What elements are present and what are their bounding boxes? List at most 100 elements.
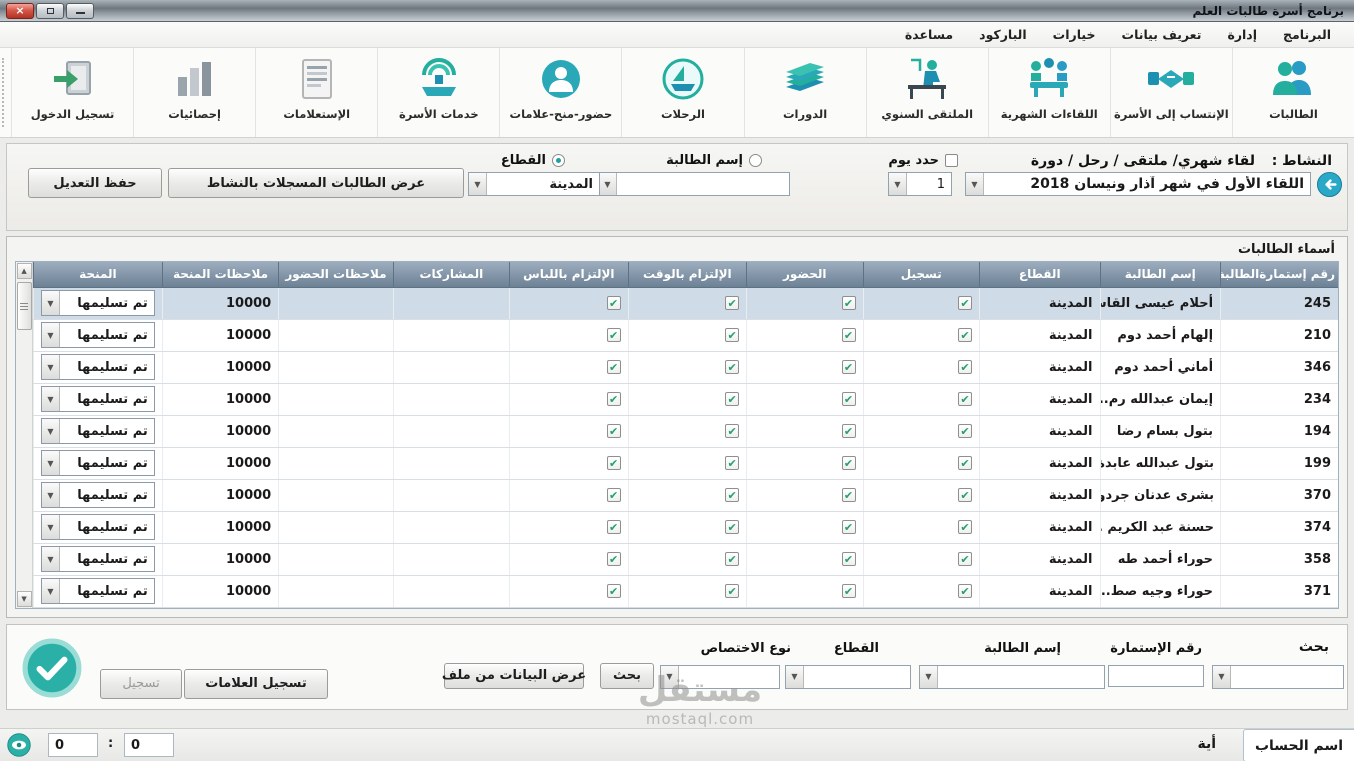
row-checkbox[interactable]: ✔	[606, 392, 621, 406]
row-checkbox[interactable]: ✔	[841, 328, 856, 342]
grant-combobox[interactable]: تم تسليمها ▼	[41, 514, 155, 540]
row-checkbox[interactable]: ✔	[725, 456, 740, 470]
row-checkbox[interactable]: ✔	[725, 584, 740, 598]
row-checkbox[interactable]: ✔	[957, 424, 972, 438]
toolbar-button-7[interactable]: خدمات الأسرة	[377, 48, 499, 137]
chevron-down-icon[interactable]: ▼	[42, 323, 60, 347]
grant-combobox[interactable]: تم تسليمها ▼	[41, 578, 155, 604]
row-checkbox[interactable]: ✔	[841, 584, 856, 598]
show-registered-button[interactable]: عرض الطالبات المسجلات بالنشاط	[168, 168, 464, 198]
row-checkbox[interactable]: ✔	[957, 552, 972, 566]
column-header-6[interactable]: الإلتزام باللباس	[509, 262, 629, 288]
row-checkbox[interactable]: ✔	[841, 360, 856, 374]
save-edit-button[interactable]: حفظ التعديل	[28, 168, 162, 198]
day-combobox[interactable]: 1 ▼	[888, 172, 952, 196]
activity-combobox[interactable]: اللقاء الأول في شهر آذار ونيسان 2018 ▼	[965, 172, 1311, 196]
table-row[interactable]: 245أحلام عيسى القاسمالمدينة✔✔✔✔10000تم ت…	[33, 287, 1338, 320]
chevron-down-icon[interactable]: ▼	[42, 451, 60, 475]
table-row[interactable]: 358 حوراء أحمد طه المدينة ✔ ✔ ✔ ✔ 10000 تم تسليم…	[33, 543, 1338, 576]
specialty-combobox[interactable]: ▼	[660, 664, 780, 689]
row-checkbox[interactable]: ✔	[957, 584, 972, 598]
row-checkbox[interactable]: ✔	[957, 488, 972, 502]
sector-search-combobox[interactable]: ▼	[785, 664, 911, 689]
sector-radio[interactable]	[552, 154, 565, 167]
column-header-2[interactable]: القطاع	[978, 262, 1100, 288]
toolbar-button-0[interactable]: الطالبات	[1231, 48, 1354, 137]
column-header-7[interactable]: المشاركات	[392, 262, 510, 288]
record-button[interactable]: تسجيل	[100, 668, 182, 699]
toolbar-button-6[interactable]: حضور-منح-علامات	[499, 48, 621, 137]
row-checkbox[interactable]: ✔	[725, 520, 740, 534]
search-button[interactable]: بحث	[600, 662, 654, 689]
row-checkbox[interactable]: ✔	[725, 360, 740, 374]
row-checkbox[interactable]: ✔	[606, 584, 621, 598]
row-checkbox[interactable]: ✔	[606, 424, 621, 438]
student-name-combobox[interactable]: ▼	[598, 172, 790, 196]
row-checkbox[interactable]: ✔	[606, 552, 621, 566]
row-checkbox[interactable]: ✔	[725, 392, 740, 406]
chevron-down-icon[interactable]: ▼	[1213, 665, 1231, 688]
back-arrow-button[interactable]	[1316, 171, 1343, 202]
toolbar-button-3[interactable]: الملتقى السنوي	[865, 48, 988, 137]
table-row[interactable]: 199 بتول عبدالله عابدة المدينة ✔ ✔ ✔ ✔ 10000 تم …	[33, 447, 1338, 480]
grant-combobox[interactable]: تم تسليمها ▼	[41, 354, 155, 380]
grant-combobox[interactable]: تم تسليمها ▼	[41, 418, 155, 444]
column-header-10[interactable]: المنحة	[33, 262, 163, 288]
row-checkbox[interactable]: ✔	[725, 296, 740, 310]
chevron-down-icon[interactable]: ▼	[966, 173, 984, 195]
chevron-down-icon[interactable]: ▼	[42, 483, 60, 507]
chevron-down-icon[interactable]: ▼	[42, 515, 60, 539]
chevron-down-icon[interactable]: ▼	[42, 547, 60, 571]
table-row[interactable]: 194 بتول بسام رضا المدينة ✔ ✔ ✔ ✔ 10000 تم تسليم…	[33, 415, 1338, 448]
chevron-down-icon[interactable]: ▼	[42, 291, 60, 315]
student-name-search-combobox[interactable]: ▼	[919, 664, 1105, 689]
row-checkbox[interactable]: ✔	[841, 520, 856, 534]
menu-item-0[interactable]: البرنامج	[1270, 24, 1344, 45]
search-combobox[interactable]: ▼	[1212, 664, 1344, 689]
table-row[interactable]: 370 بشرى عدنان جردو المدينة ✔ ✔ ✔ ✔ 10000 تم تسل…	[33, 479, 1338, 512]
row-checkbox[interactable]: ✔	[841, 456, 856, 470]
toolbar-button-8[interactable]: الإستعلامات	[255, 48, 377, 137]
column-header-3[interactable]: تسجيل	[862, 262, 980, 288]
row-checkbox[interactable]: ✔	[957, 296, 972, 310]
menu-item-3[interactable]: خيارات	[1040, 24, 1109, 45]
row-checkbox[interactable]: ✔	[606, 488, 621, 502]
column-header-5[interactable]: الإلتزام بالوقت	[627, 262, 747, 288]
menu-item-4[interactable]: الباركود	[966, 24, 1040, 45]
chevron-down-icon[interactable]: ▼	[42, 419, 60, 443]
chevron-down-icon[interactable]: ▼	[469, 173, 487, 195]
scrollbar-thumb[interactable]	[16, 282, 32, 330]
chevron-down-icon[interactable]: ▼	[599, 173, 617, 195]
row-checkbox[interactable]: ✔	[606, 360, 621, 374]
minimize-button[interactable]	[66, 2, 94, 19]
toolbar-button-2[interactable]: اللقاءات الشهرية	[987, 48, 1110, 137]
select-day-checkbox[interactable]	[945, 154, 958, 167]
chevron-down-icon[interactable]: ▼	[889, 173, 907, 195]
maximize-button[interactable]	[36, 2, 64, 19]
vertical-scrollbar[interactable]: ▲ ▼	[16, 262, 33, 608]
row-checkbox[interactable]: ✔	[957, 360, 972, 374]
chevron-down-icon[interactable]: ▼	[661, 665, 679, 688]
row-checkbox[interactable]: ✔	[725, 328, 740, 342]
chevron-down-icon[interactable]: ▼	[920, 665, 938, 688]
grant-combobox[interactable]: تم تسليمها ▼	[41, 482, 155, 508]
toolbar-button-10[interactable]: تسجيل الدخول	[10, 48, 133, 137]
table-row[interactable]: 371 حوراء وجيه صط... المدينة ✔ ✔ ✔ ✔ 10000 تم تس…	[33, 575, 1338, 608]
student-name-radio[interactable]	[749, 154, 762, 167]
toolbar-button-9[interactable]: إحصائيات	[133, 48, 255, 137]
table-row[interactable]: 234 إيمان عبدالله رم... المدينة ✔ ✔ ✔ ✔ 10000 تم…	[33, 383, 1338, 416]
chevron-down-icon[interactable]: ▼	[42, 579, 60, 603]
chevron-down-icon[interactable]: ▼	[42, 387, 60, 411]
grant-combobox[interactable]: تم تسليمها ▼	[41, 450, 155, 476]
row-checkbox[interactable]: ✔	[841, 392, 856, 406]
record-marks-button[interactable]: تسجيل العلامات	[184, 668, 328, 699]
row-checkbox[interactable]: ✔	[725, 488, 740, 502]
column-header-8[interactable]: ملاحظات الحضور	[278, 262, 394, 288]
table-row[interactable]: 374 حسنة عبد الكريم ... المدينة ✔ ✔ ✔ ✔ 10000 تم…	[33, 511, 1338, 544]
load-from-file-button[interactable]: عرض البيانات من ملف	[442, 662, 586, 689]
grant-combobox[interactable]: تم تسليمها ▼	[41, 322, 155, 348]
form-number-input[interactable]	[1108, 664, 1204, 687]
row-checkbox[interactable]: ✔	[841, 488, 856, 502]
menu-item-5[interactable]: مساعدة	[892, 24, 966, 45]
row-checkbox[interactable]: ✔	[606, 296, 621, 310]
